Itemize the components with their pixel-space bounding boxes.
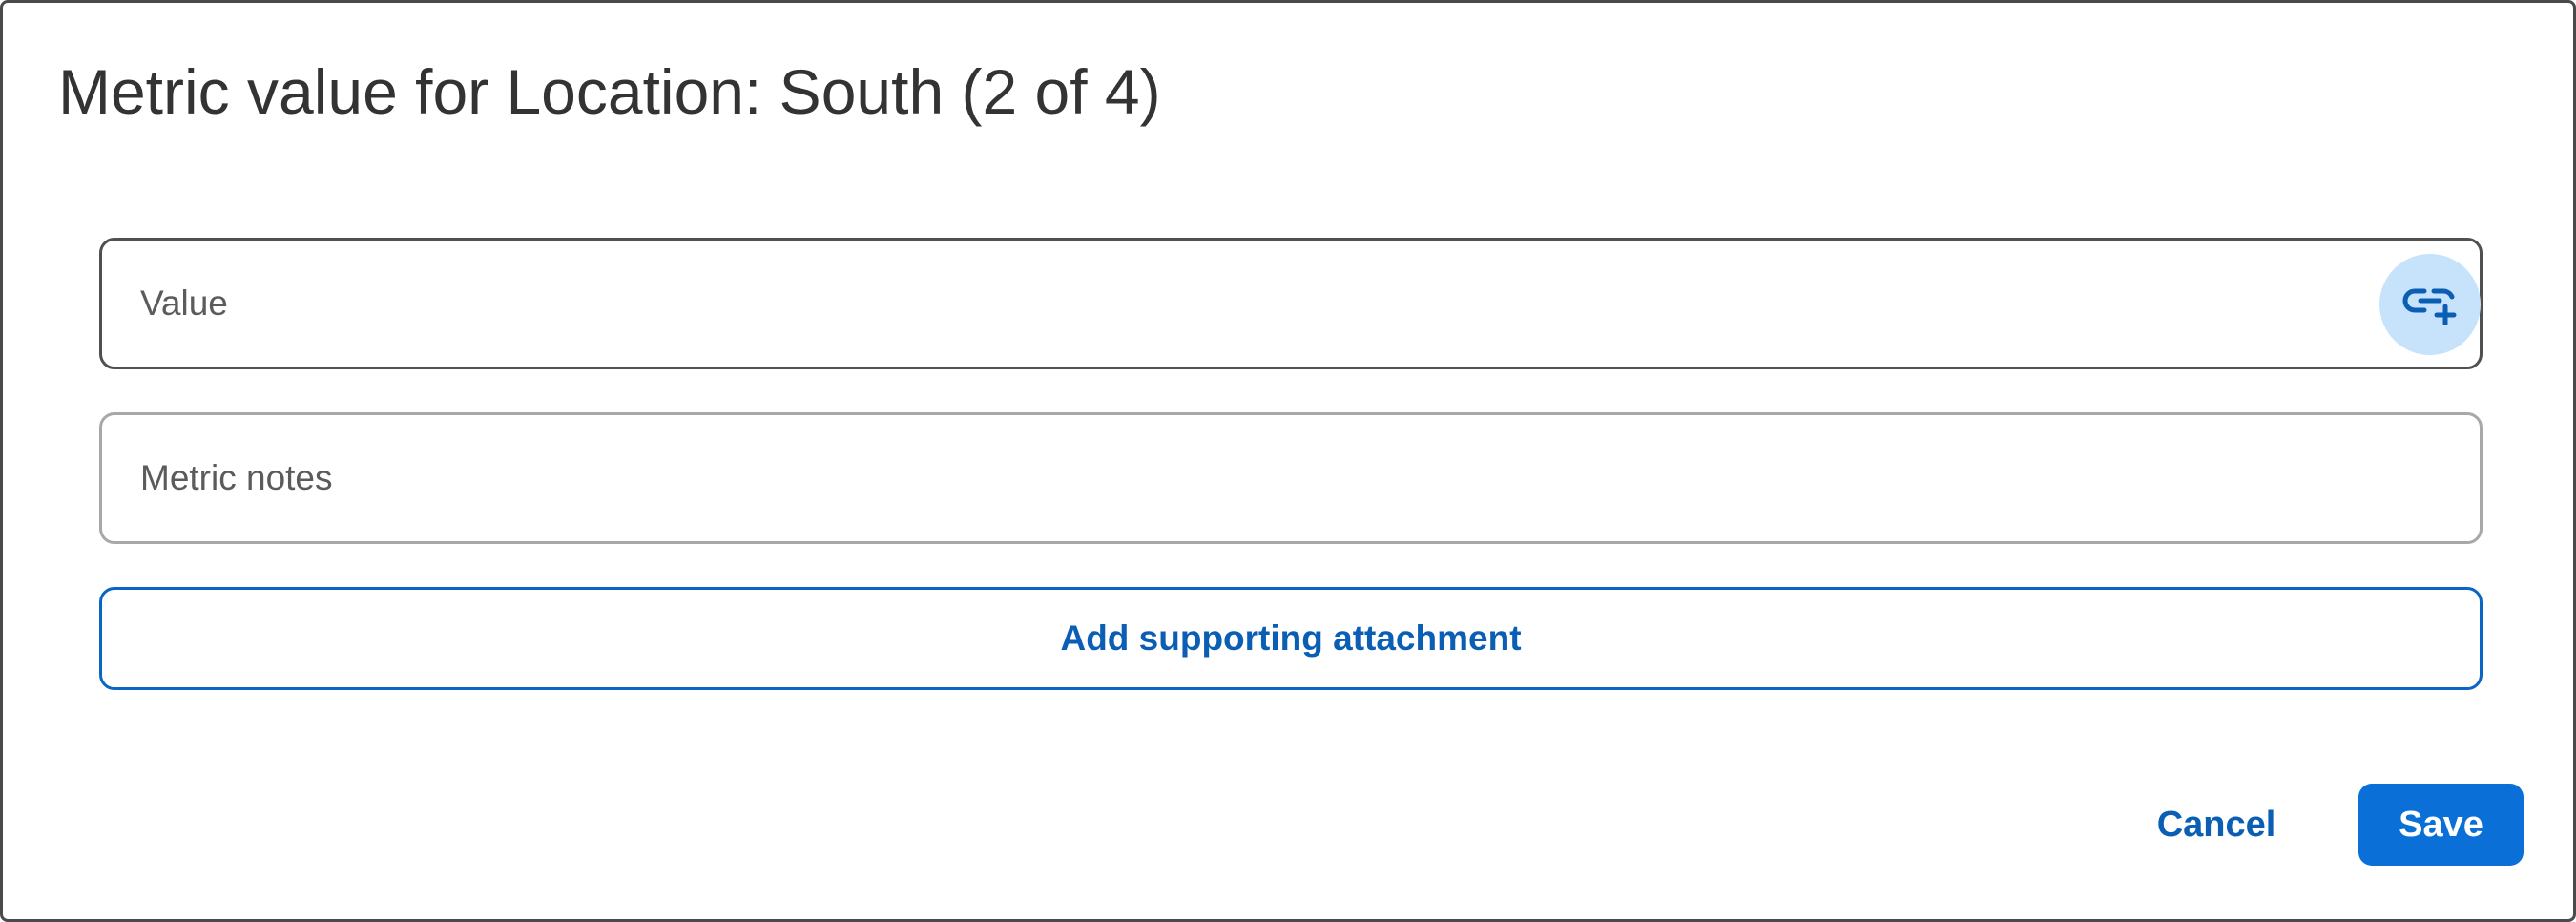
value-field[interactable] [99,238,2483,369]
metric-value-dialog: Metric value for Location: South (2 of 4… [0,0,2576,922]
value-input[interactable] [140,241,2335,367]
link-value-button[interactable] [2379,254,2481,355]
add-attachment-button[interactable]: Add supporting attachment [99,587,2483,690]
dialog-title: Metric value for Location: South (2 of 4… [58,56,1161,127]
metric-notes-field[interactable] [99,412,2483,544]
cancel-button[interactable]: Cancel [2130,784,2302,866]
save-button[interactable]: Save [2358,784,2524,866]
link-add-icon [2402,288,2457,325]
metric-notes-input[interactable] [140,415,2335,541]
